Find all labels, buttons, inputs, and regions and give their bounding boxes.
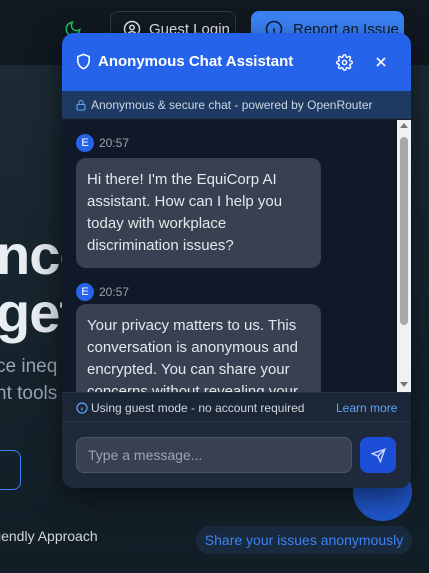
lock-icon [76, 99, 86, 111]
avatar: E [76, 283, 94, 301]
chat-title: Anonymous Chat Assistant [98, 53, 294, 70]
feature-label: iendly Approach [0, 528, 98, 544]
chat-widget: Anonymous Chat Assistant Anonymous & sec… [62, 33, 411, 488]
guest-mode-banner: Using guest mode - no account required L… [62, 392, 411, 422]
hero-subtitle-line2: nt tools [0, 383, 58, 404]
hero-outline-button[interactable] [0, 450, 21, 490]
message-meta: E 20:57 [76, 134, 129, 152]
secure-chat-banner: Anonymous & secure chat - powered by Ope… [62, 91, 411, 119]
message-input[interactable] [76, 437, 352, 473]
secure-chat-text: Anonymous & secure chat - powered by Ope… [91, 98, 373, 112]
gear-icon[interactable] [336, 54, 353, 71]
message-list[interactable]: E 20:57 Hi there! I'm the EquiCorp AI as… [62, 120, 411, 392]
message-time: 20:57 [99, 136, 130, 150]
shield-icon [77, 53, 90, 70]
share-anonymously-pill[interactable]: Share your issues anonymously [196, 526, 412, 554]
message-time: 20:57 [99, 285, 130, 299]
info-icon [76, 402, 88, 414]
assistant-message: Hi there! I'm the EquiCorp AI assistant.… [76, 158, 321, 268]
guest-mode-text: Using guest mode - no account required [91, 401, 305, 415]
scroll-thumb[interactable] [400, 137, 408, 325]
close-icon[interactable] [373, 54, 389, 70]
scroll-up-arrow-icon[interactable] [400, 123, 408, 128]
send-icon [370, 447, 386, 463]
learn-more-link[interactable]: Learn more [336, 401, 397, 415]
message-scrollbar[interactable] [397, 120, 411, 392]
scroll-down-arrow-icon[interactable] [400, 382, 408, 387]
assistant-message: Your privacy matters to us. This convers… [76, 304, 321, 392]
chat-header: Anonymous Chat Assistant [62, 33, 411, 91]
avatar: E [76, 134, 94, 152]
message-meta: E 20:57 [76, 283, 129, 301]
send-button[interactable] [360, 437, 396, 473]
message-composer [62, 422, 411, 488]
hero-subtitle-line1: ce ineq [0, 356, 58, 377]
